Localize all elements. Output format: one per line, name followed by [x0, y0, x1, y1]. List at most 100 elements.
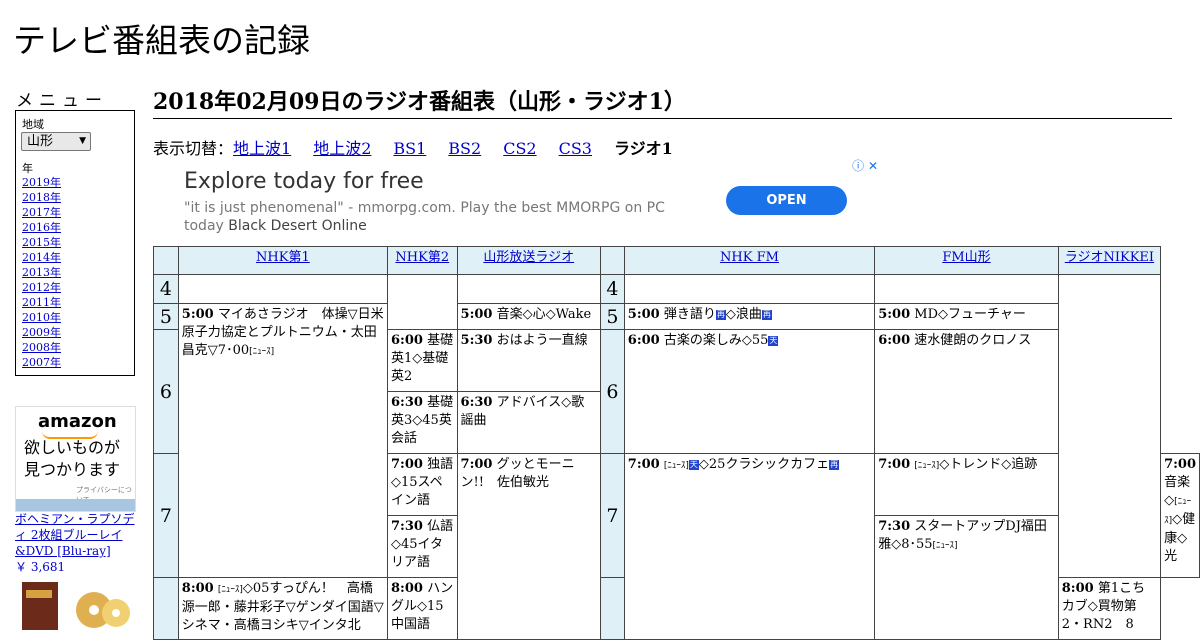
year-link-2007[interactable]: 2007年: [22, 355, 61, 370]
ad-collapse-bar[interactable]: [16, 499, 135, 511]
program-time: 7:30: [878, 519, 911, 534]
ad-description: "it is just phenomenal" - mmorpg.com. Pl…: [184, 199, 694, 235]
empty-cell: [456, 274, 601, 304]
hour-label: [599, 577, 625, 640]
channel-link-nhkfm[interactable]: NHK FM: [720, 250, 779, 265]
year-link-2008[interactable]: 2008年: [22, 340, 61, 355]
program-cell[interactable]: 5:00 音楽◇心◇Wake: [456, 303, 601, 330]
hour-label: 5: [599, 303, 625, 330]
program-cell[interactable]: 7:00 [ﾆｭｰｽ]天◇25クラシックカフェ再: [623, 453, 876, 640]
year-link-2016[interactable]: 2016年: [22, 220, 61, 235]
site-title: テレビ番組表の記録: [13, 21, 310, 60]
program-time: 5:00: [627, 307, 660, 322]
weather-mark-icon: 天: [688, 460, 699, 470]
corner-cell: [153, 246, 179, 275]
program-tag: [ﾆｭｰｽ]: [249, 347, 275, 357]
menu-panel: 地域 山形 ▼ 年 2019年 2018年 2017年 2016年 2015年 …: [15, 110, 135, 376]
program-tag: [ﾆｭｰｽ]: [217, 585, 243, 595]
tab-terrestrial-1[interactable]: 地上波1: [233, 139, 291, 158]
empty-cell: [1057, 274, 1162, 578]
year-link-2011[interactable]: 2011年: [22, 295, 61, 310]
hour-label: 4: [153, 274, 179, 304]
year-link-2019[interactable]: 2019年: [22, 175, 61, 190]
weather-mark-icon: 天: [768, 336, 779, 346]
hour-label: 6: [153, 329, 179, 454]
channel-link-nhk1[interactable]: NHK第1: [256, 250, 310, 265]
program-cell[interactable]: 8:00 [ﾆｭｰｽ]◇05すっぴん！ 高橋源一郎・藤井彩子▽ゲンダイ国語▽シネ…: [177, 577, 389, 640]
year-label: 年: [22, 162, 33, 175]
google-ad-banner[interactable]: ⓘ ✕ Explore today for free "it is just p…: [153, 157, 881, 247]
program-title: 音楽◇心◇Wake: [496, 307, 592, 322]
program-cell[interactable]: 7:00 音楽◇[ﾆｭｰｽ]◇健康◇光: [1160, 453, 1200, 578]
channel-link-ybc[interactable]: 山形放送ラジオ: [483, 250, 574, 265]
program-cell[interactable]: 7:00 独語◇15スペイン語: [387, 453, 458, 516]
program-time: 6:30: [460, 395, 493, 410]
empty-cell: [387, 274, 458, 330]
program-cell[interactable]: 7:30 仏語◇45イタリア語: [387, 515, 458, 578]
amazon-ad-copy: 欲しいものが見つかります: [24, 438, 121, 479]
program-time: 5:30: [460, 333, 493, 348]
ad-headline[interactable]: Explore today for free: [184, 169, 424, 194]
program-title: おはよう一直線: [496, 333, 588, 348]
year-link-2012[interactable]: 2012年: [22, 280, 61, 295]
program-time: 7:00: [391, 457, 423, 472]
program-cell[interactable]: 6:30 基礎英3◇45英会話: [387, 391, 458, 454]
program-cell[interactable]: 7:00 [ﾆｭｰｽ]◇トレンド◇追跡: [874, 453, 1059, 516]
year-link-2017[interactable]: 2017年: [22, 205, 61, 220]
tab-terrestrial-2[interactable]: 地上波2: [313, 139, 371, 158]
program-title: 弾き語り: [663, 307, 716, 322]
channel-link-nikkei[interactable]: ラジオNIKKEI: [1065, 250, 1154, 265]
tab-bs2[interactable]: BS2: [448, 139, 481, 158]
program-cell[interactable]: 8:00 ハングル◇15中国語: [387, 577, 458, 640]
program-cell[interactable]: 8:00 第1こちカブ◇買物第2・RN2 8: [1057, 577, 1162, 640]
switch-label: 表示切替：: [153, 139, 234, 158]
product-link[interactable]: ボヘミアン・ラプソディ 2枚組ブルーレイ&DVD [Blu-ray]: [15, 512, 135, 558]
tab-cs3[interactable]: CS3: [559, 139, 592, 158]
program-cell[interactable]: 6:30 アドバイス◇歌謡曲: [456, 391, 601, 454]
product-image[interactable]: [20, 580, 132, 630]
adchoices-close-icon[interactable]: ⓘ ✕: [852, 157, 878, 174]
view-switch-bar: 表示切替：地上波1 地上波2 BS1 BS2 CS2 CS3 ラジオ1: [153, 135, 673, 159]
program-cell[interactable]: 6:00 基礎英1◇基礎英2: [387, 329, 458, 392]
program-time: 8:00: [181, 581, 214, 596]
page-title: 2018年02月09日のラジオ番組表（山形・ラジオ1）: [153, 84, 1172, 119]
tab-cs2[interactable]: CS2: [503, 139, 536, 158]
program-cell[interactable]: 5:00 マイあさラジオ 体操▽日米原子力協定とプルトニウム・太田昌克▽7･00…: [177, 303, 389, 578]
program-cell[interactable]: 5:00 弾き語り再◇浪曲再: [623, 303, 876, 330]
program-time: 8:00: [1061, 581, 1094, 596]
program-cell[interactable]: 7:00 グッとモーニン!! 佐伯敏光: [456, 453, 601, 640]
program-time: 7:00: [627, 457, 660, 472]
program-title: ◇25クラシックカフェ: [698, 457, 830, 472]
ad-open-button[interactable]: OPEN: [726, 186, 847, 215]
program-time: 6:00: [391, 333, 423, 348]
hour-label: 7: [153, 453, 179, 578]
channel-link-nhk2[interactable]: NHK第2: [395, 250, 449, 265]
program-time: 7:00: [1164, 457, 1196, 472]
ad-desc-game: Black Desert Online: [228, 218, 367, 234]
tab-bs1[interactable]: BS1: [393, 139, 426, 158]
channel-header-ybc: 山形放送ラジオ: [456, 246, 601, 275]
channel-header-nhk1: NHK第1: [177, 246, 389, 275]
program-cell[interactable]: 7:30 スタートアップDJ福田雅◇8･55[ﾆｭｰｽ]: [874, 515, 1059, 640]
year-link-2009[interactable]: 2009年: [22, 325, 61, 340]
year-link-2014[interactable]: 2014年: [22, 250, 61, 265]
year-link-2013[interactable]: 2013年: [22, 265, 61, 280]
program-cell[interactable]: 5:00 MD◇フューチャー: [874, 303, 1059, 330]
program-cell[interactable]: 6:00 速水健朗のクロノス: [874, 329, 1059, 454]
year-link-2018[interactable]: 2018年: [22, 190, 61, 205]
hour-label: 7: [599, 453, 625, 578]
year-link-2015[interactable]: 2015年: [22, 235, 61, 250]
program-time: 7:00: [460, 457, 493, 472]
program-title: 速水健朗のクロノス: [914, 333, 1032, 348]
year-list: 2019年 2018年 2017年 2016年 2015年 2014年 2013…: [22, 175, 61, 370]
channel-link-fmyamagata[interactable]: FM山形: [942, 250, 990, 265]
hour-label: [153, 577, 179, 640]
amazon-ad-banner[interactable]: amazon 欲しいものが見つかります プライバシーについて: [15, 406, 136, 512]
program-cell[interactable]: 6:00 古楽の楽しみ◇55天: [623, 329, 876, 454]
rerun-mark-icon: 再: [715, 310, 726, 320]
program-title: 古楽の楽しみ◇55: [663, 333, 769, 348]
program-cell[interactable]: 5:30 おはよう一直線: [456, 329, 601, 392]
area-select[interactable]: 山形 ▼: [21, 132, 91, 151]
hour-label: 4: [599, 274, 625, 304]
year-link-2010[interactable]: 2010年: [22, 310, 61, 325]
